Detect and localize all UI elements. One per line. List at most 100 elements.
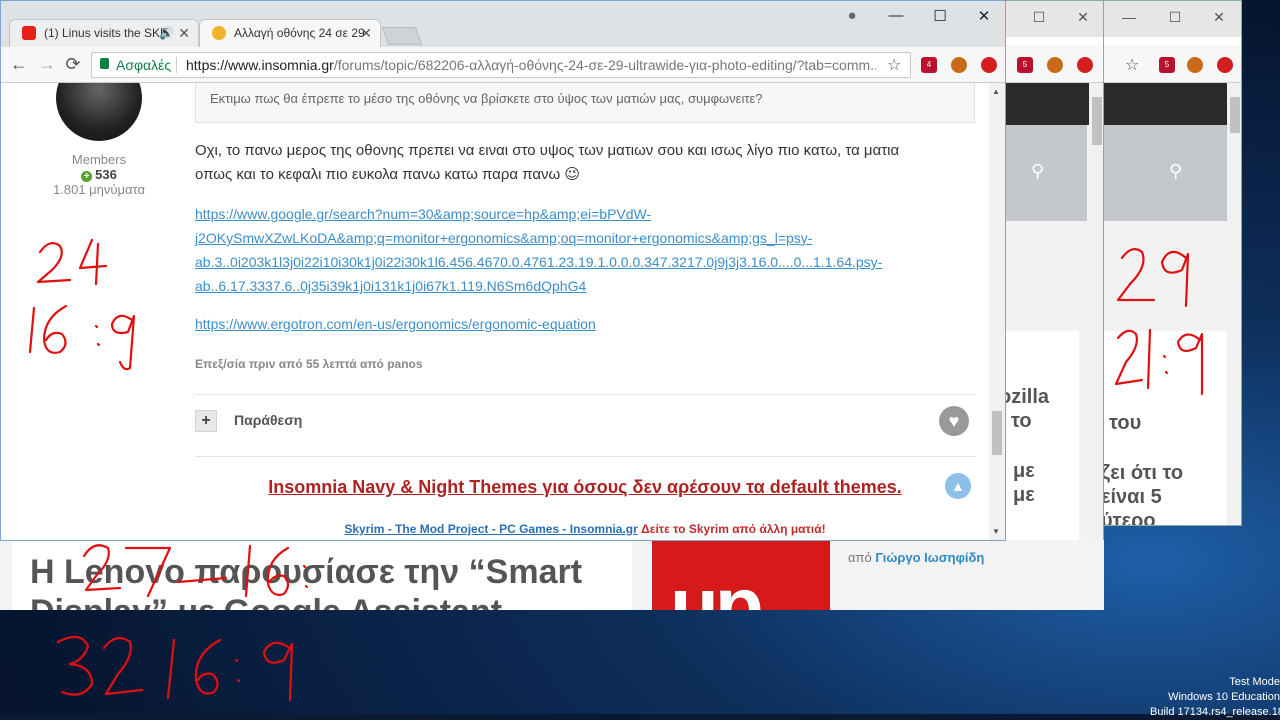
fox-icon[interactable] (951, 57, 967, 73)
maximize-button[interactable]: ☐ (1165, 7, 1185, 27)
tab-close-icon[interactable]: ✕ (360, 20, 372, 46)
url-text[interactable]: https://www.insomnia.gr/forums/topic/682… (186, 53, 876, 77)
tab-insomnia[interactable]: Αλλαγή οθόνης 24 σε 29 ✕ (199, 19, 381, 47)
quoted-text: Εκτιμω πως θα έπρεπε το μέσο της οθόνης … (195, 83, 975, 123)
back-window-middle-page: ⚲ ozilla το με με (1001, 83, 1089, 541)
tab-close-icon[interactable]: ✕ (178, 20, 190, 46)
back-button[interactable]: ← (9, 55, 29, 73)
skyrim-link[interactable]: Skyrim - The Mod Project - PC Games - In… (344, 522, 637, 536)
forward-button[interactable]: → (37, 55, 57, 73)
url-path: /forums/topic/682206-αλλαγή-οθόνης-24-σε… (333, 57, 876, 73)
main-scrollbar[interactable]: ▲ ▼ (989, 83, 1005, 540)
title-bar: (1) Linus visits the SKE 🔊 ✕ Αλλαγή οθόν… (1, 1, 1005, 47)
edited-note: Επεξ/σία πριν από 55 λεπτά από panos (195, 357, 423, 371)
adblock-icon[interactable] (981, 57, 997, 73)
member-role: Members (71, 152, 127, 167)
google-link-line1: https://www.google.gr/search?num=30&amp;… (195, 206, 652, 222)
scroll-up-arrow[interactable]: ▲ (992, 87, 1000, 96)
back-window-right[interactable]: — ☐ ✕ ☆ 5 ⚲ του ζει ότι το είναι 5 ύτερο (1100, 0, 1242, 526)
signature-themes-link[interactable]: Insomnia Navy & Night Themes για όσους δ… (195, 477, 975, 498)
watermark-line2: Windows 10 Education (1168, 691, 1280, 703)
close-button[interactable]: ✕ (1073, 7, 1093, 27)
close-button[interactable]: ✕ (1209, 7, 1229, 27)
article-text-3: είναι 5 (1101, 486, 1162, 508)
tab-label: Αλλαγή οθόνης 24 σε 29 (234, 26, 365, 40)
article-thumbnail[interactable]: up (652, 540, 830, 610)
minimize-button[interactable]: — (1119, 7, 1139, 27)
scrollbar[interactable] (1227, 83, 1241, 525)
main-browser-window[interactable]: (1) Linus visits the SKE 🔊 ✕ Αλλαγή οθόν… (0, 0, 1006, 541)
ublock-icon[interactable]: 5 (1159, 57, 1175, 73)
secure-label: Ασφαλές (116, 57, 172, 73)
like-heart-icon[interactable]: ♥ (939, 406, 969, 436)
search-icon[interactable]: ⚲ (1169, 161, 1182, 182)
scrollbar-thumb[interactable] (1092, 97, 1102, 145)
article-text-2: ζει ότι το (1101, 462, 1184, 484)
post-body-line2: οπως και το κεφαλι πιο ευκολα πανω κατω … (195, 166, 581, 183)
article-headline[interactable]: Η Lenovo παρουσίασε την “Smart Display” … (30, 552, 630, 610)
article-text-2: το (1011, 410, 1032, 432)
fox-icon[interactable] (1047, 57, 1063, 73)
divider (176, 57, 177, 73)
adblock-icon[interactable] (1217, 57, 1233, 73)
divider (195, 394, 975, 395)
post-body-line1: Οχι, το πανω μερος της οθονης πρεπει να … (195, 142, 900, 159)
thumbnail-text: up (670, 561, 764, 610)
back-window-middle[interactable]: ☐ ✕ 5 ⚲ ozilla το με με (1000, 0, 1104, 610)
google-link-line4: ab..6.17.3337.6..0j35i39k1j0i131k1j0i67k… (195, 278, 587, 294)
article-text-4: ύτερο (1101, 510, 1156, 526)
reputation-count: +536 (1, 167, 197, 182)
watermark-line3: Build 17134.rs4_release.180410-1804 (1150, 706, 1280, 718)
site-header-bar (1101, 83, 1227, 125)
watermark-line1: Test Mode (1229, 676, 1280, 688)
search-box-area (1101, 125, 1131, 221)
skyrim-tagline: Δείτε το Skyrim από άλλη ματιά! (641, 522, 826, 536)
bookmark-star-icon[interactable]: ☆ (1125, 55, 1139, 75)
url-host: https://www.insomnia.gr (186, 57, 334, 73)
profile-icon[interactable]: ● (837, 7, 867, 24)
maximize-button[interactable]: ☐ (1029, 7, 1049, 27)
article-text-1: ozilla (1001, 386, 1050, 408)
reload-button[interactable]: ⟳ (63, 55, 83, 73)
scrollbar[interactable] (1089, 83, 1103, 609)
google-link-line2: j2OKySmwXZwLKoDA&amp;q=monitor+ergonomic… (195, 230, 813, 246)
tab-youtube[interactable]: (1) Linus visits the SKE 🔊 ✕ (9, 19, 199, 47)
youtube-icon (22, 26, 36, 40)
google-link[interactable]: https://www.google.gr/search?num=30&amp;… (195, 202, 975, 298)
google-link-line3: ab.3..0i203k1l3j0i22i10i30k1j0i22i30k1l6… (195, 254, 883, 270)
quote-button[interactable]: + (195, 410, 217, 432)
headline-line2: Display” με Google Assistant (30, 592, 630, 610)
article-text-4: με (1013, 484, 1035, 506)
user-avatar[interactable] (56, 83, 142, 141)
plus-icon: + (81, 171, 93, 182)
scroll-to-top-icon[interactable]: ▲ (945, 473, 971, 499)
browser-toolbar: ← → ⟳ Ασφαλές https://www.insomnia.gr/fo… (1, 47, 1005, 83)
search-icon[interactable]: ⚲ (1031, 161, 1044, 182)
ergotron-link[interactable]: https://www.ergotron.com/en-us/ergonomic… (195, 312, 975, 336)
author-prefix: από (848, 550, 872, 565)
scrollbar-thumb[interactable] (1230, 97, 1240, 133)
adblock-icon[interactable] (1077, 57, 1093, 73)
author-link[interactable]: Γιώργο Ιωσηφίδη (875, 550, 984, 565)
scrollbar-thumb[interactable] (992, 411, 1002, 455)
article-card: ozilla το με με (1001, 331, 1079, 541)
quote-label[interactable]: Παράθεση (234, 412, 302, 428)
new-tab-button[interactable] (381, 27, 423, 45)
back-window-right-page: ⚲ του ζει ότι το είναι 5 ύτερο (1101, 83, 1227, 526)
minimize-button[interactable]: — (881, 7, 911, 24)
bookmark-star-icon[interactable]: ☆ (887, 55, 901, 75)
ublock-icon[interactable]: 5 (1017, 57, 1033, 73)
fox-icon[interactable] (1187, 57, 1203, 73)
forum-content: Members +536 1.801 μηνύματα Εκτιμω πως θ… (1, 83, 989, 540)
scroll-down-arrow[interactable]: ▼ (992, 527, 1000, 536)
headline-line1: Η Lenovo παρουσίασε την “Smart (30, 553, 583, 591)
address-bar[interactable]: Ασφαλές https://www.insomnia.gr/forums/t… (91, 52, 911, 78)
close-button[interactable]: ✕ (969, 7, 999, 25)
article-text-3: με (1013, 460, 1035, 482)
maximize-button[interactable]: ☐ (925, 7, 955, 25)
speaker-icon[interactable]: 🔊 (159, 20, 174, 46)
ublock-icon[interactable]: 4 (921, 57, 937, 73)
divider (195, 456, 975, 457)
reputation-value: 536 (95, 167, 117, 182)
ublock-badge: 4 (926, 60, 932, 69)
